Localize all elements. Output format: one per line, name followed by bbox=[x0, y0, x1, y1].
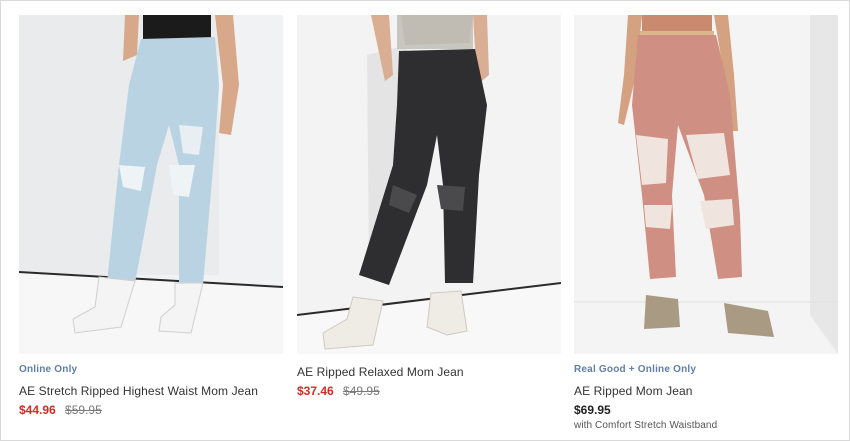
product-prices: $69.95 bbox=[574, 402, 838, 418]
sale-price: $44.96 bbox=[19, 403, 56, 417]
product-price: $69.95 bbox=[574, 403, 611, 417]
original-price: $59.95 bbox=[65, 403, 102, 417]
product-card[interactable]: Online Only AE Stretch Ripped Highest Wa… bbox=[19, 15, 283, 418]
sale-price: $37.46 bbox=[297, 384, 334, 398]
black-jean-photo bbox=[297, 15, 561, 354]
product-name[interactable]: AE Ripped Relaxed Mom Jean bbox=[297, 364, 561, 380]
product-name[interactable]: AE Ripped Mom Jean bbox=[574, 383, 838, 399]
product-badge: Real Good + Online Only bbox=[574, 364, 697, 375]
light-blue-jean-photo bbox=[19, 15, 283, 354]
product-image[interactable] bbox=[574, 15, 838, 354]
product-badge: Online Only bbox=[19, 364, 78, 375]
product-prices: $44.96 $59.95 bbox=[19, 402, 283, 418]
product-card[interactable]: Real Good + Online Only AE Ripped Mom Je… bbox=[574, 15, 838, 431]
product-card[interactable]: AE Ripped Relaxed Mom Jean $37.46 $49.95 bbox=[297, 15, 561, 399]
product-note: with Comfort Stretch Waistband bbox=[574, 420, 718, 431]
pink-jean-photo bbox=[574, 15, 838, 354]
product-image[interactable] bbox=[19, 15, 283, 354]
product-prices: $37.46 $49.95 bbox=[297, 383, 561, 399]
product-name[interactable]: AE Stretch Ripped Highest Waist Mom Jean bbox=[19, 383, 283, 399]
original-price: $49.95 bbox=[343, 384, 380, 398]
product-image[interactable] bbox=[297, 15, 561, 354]
